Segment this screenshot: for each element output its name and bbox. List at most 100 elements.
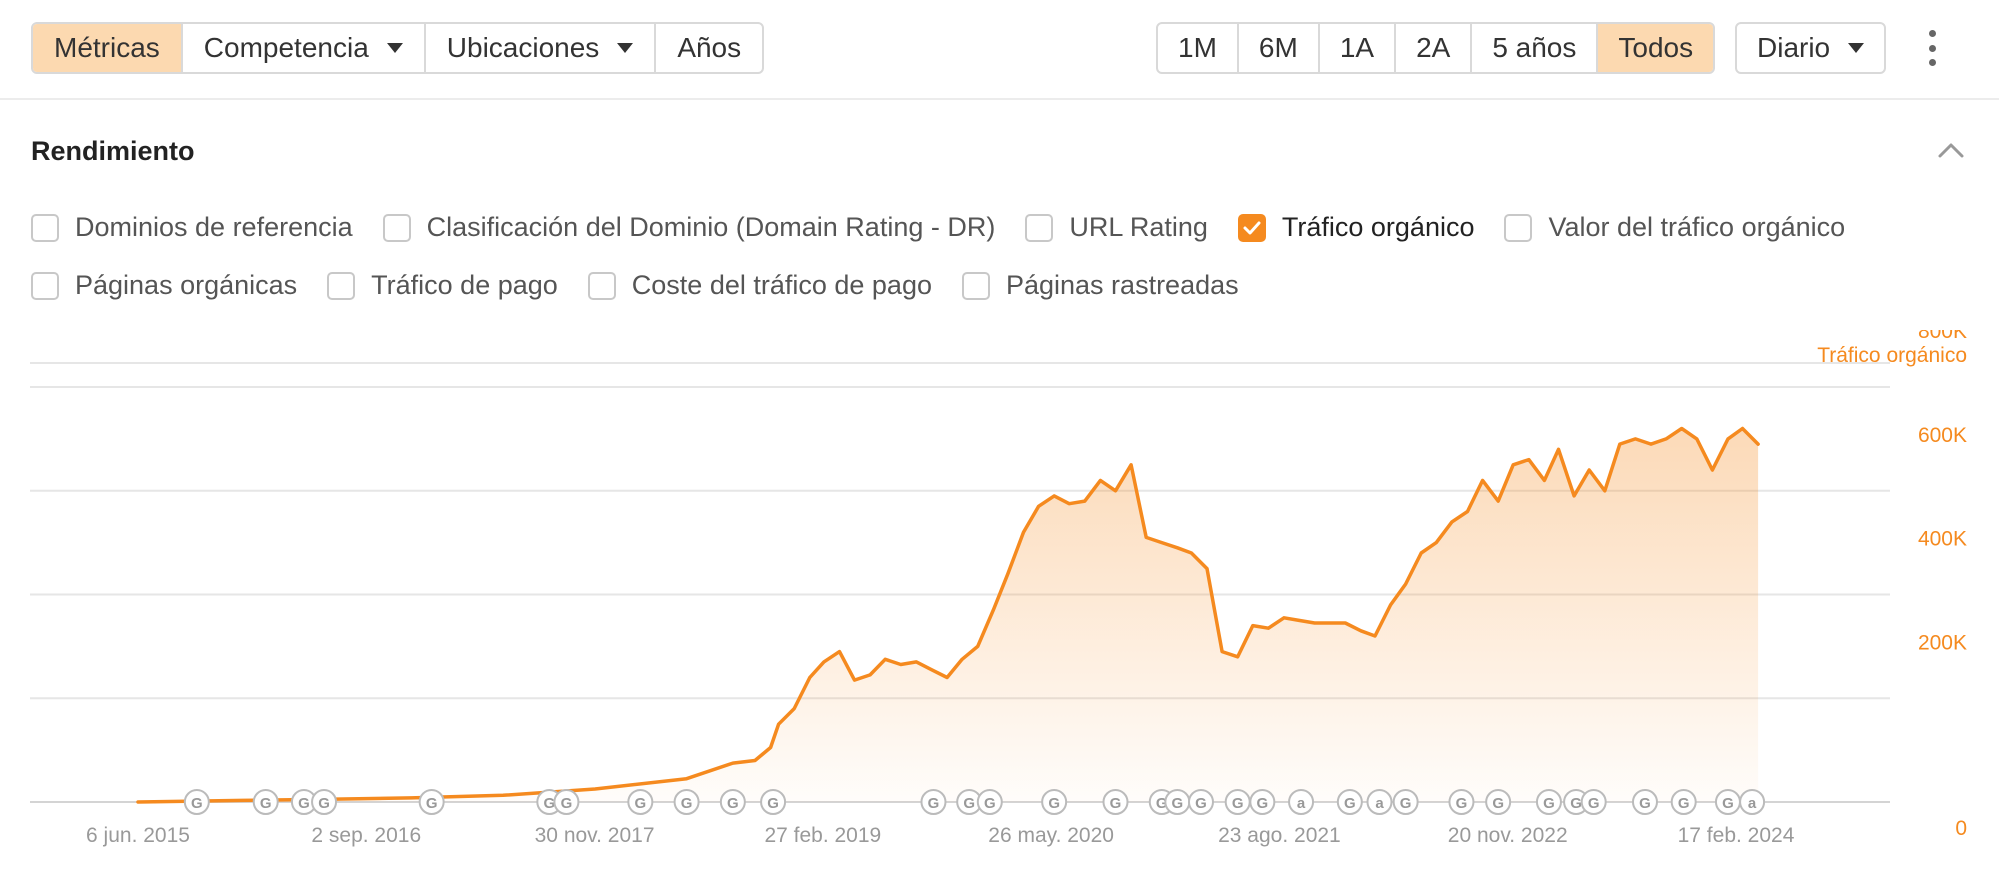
range-1a-button[interactable]: 1A <box>1320 24 1397 72</box>
metric-checkbox-trafico-de-pago[interactable]: Tráfico de pago <box>327 270 558 301</box>
annotation-label: G <box>543 795 555 812</box>
more-options-icon[interactable] <box>1920 30 1944 66</box>
y-tick-label: 600K <box>1918 424 1967 447</box>
annotation-label: G <box>727 795 739 812</box>
button-label: Ubicaciones <box>446 32 600 63</box>
y-axis-title: Tráfico orgánico <box>1817 344 1967 367</box>
anos-button[interactable]: Años <box>656 24 762 72</box>
annotation-label: G <box>191 795 203 812</box>
annotation-label: G <box>260 795 272 812</box>
y-tick-label: 200K <box>1918 631 1967 654</box>
annotation-label: a <box>1375 795 1384 812</box>
metric-checkbox-paginas-rastreadas[interactable]: Páginas rastreadas <box>961 270 1239 301</box>
x-tick-label: 17 feb. 2024 <box>1678 824 1795 847</box>
annotation-label: G <box>634 795 646 812</box>
annotation-label: G <box>928 795 940 812</box>
annotation-label: G <box>963 795 975 812</box>
metric-label: Dominios de referencia <box>75 212 353 242</box>
annotation-label: G <box>1232 795 1244 812</box>
annotation-label: G <box>1492 795 1504 812</box>
range-todos-button[interactable]: Todos <box>1598 24 1714 72</box>
x-tick-label: 27 feb. 2019 <box>764 824 881 847</box>
checkbox-checked-icon[interactable] <box>1237 213 1266 242</box>
metric-label: URL Rating <box>1069 212 1208 242</box>
range-2a-button[interactable]: 2A <box>1396 24 1473 72</box>
chevron-down-icon <box>1848 43 1865 53</box>
annotation-label: G <box>1722 795 1734 812</box>
annotation-label: G <box>1344 795 1356 812</box>
annotation-label: G <box>1400 795 1412 812</box>
checkbox-empty-icon[interactable] <box>1025 213 1054 242</box>
competencia-button[interactable]: Competencia <box>183 24 426 72</box>
checkbox-empty-icon[interactable] <box>31 213 59 242</box>
button-label: Años <box>677 32 742 63</box>
annotation-label: G <box>298 795 310 812</box>
annotation-label: G <box>1588 795 1600 812</box>
section-title: Rendimiento <box>31 136 195 166</box>
annotation-label: a <box>1748 795 1757 812</box>
annotation-label: G <box>1639 795 1651 812</box>
range-6m-button[interactable]: 6M <box>1239 24 1320 72</box>
annotation-label: G <box>561 795 573 812</box>
x-tick-label: 30 nov. 2017 <box>535 824 655 847</box>
y-tick-label: 0 <box>1955 817 1967 840</box>
y-tick-label: 400K <box>1918 528 1967 551</box>
checkbox-empty-icon[interactable] <box>31 271 59 300</box>
metric-checkbox-dominios-de-referencia[interactable]: Dominios de referencia <box>31 212 353 243</box>
range-1m-button[interactable]: 1M <box>1158 24 1239 72</box>
annotation-label: G <box>984 795 996 812</box>
metricas-button[interactable]: Métricas <box>33 24 183 72</box>
annotation-label: G <box>1543 795 1555 812</box>
x-tick-label: 26 may. 2020 <box>988 824 1114 847</box>
button-label: Competencia <box>203 32 369 63</box>
x-tick-label: 6 jun. 2015 <box>86 824 190 847</box>
checkbox-empty-icon[interactable] <box>382 213 411 242</box>
metric-label: Coste del tráfico de pago <box>631 270 932 300</box>
annotation-label: G <box>1110 795 1122 812</box>
ubicaciones-button[interactable]: Ubicaciones <box>426 24 657 72</box>
toolbar: Métricas Competencia Ubicaciones Años 1M 6M 1… <box>0 0 1999 100</box>
metrics-row-1: Dominios de referencia Clasificación del … <box>31 212 1875 243</box>
annotation-label: G <box>426 795 438 812</box>
annotation-label: G <box>318 795 330 812</box>
x-tick-label: 23 ago. 2021 <box>1218 824 1341 847</box>
checkbox-empty-icon[interactable] <box>587 271 616 300</box>
annotation-label: G <box>1256 795 1268 812</box>
interval-label: Diario <box>1757 32 1831 63</box>
metric-label: Tráfico orgánico <box>1281 212 1475 242</box>
annotation-label: G <box>1172 795 1184 812</box>
annotation-label: G <box>1678 795 1690 812</box>
chart-svg: 0200K400K600K800KTráfico orgánicoG G G G G G G… <box>30 330 1967 847</box>
checkbox-empty-icon[interactable] <box>327 271 356 300</box>
checkbox-empty-icon[interactable] <box>1504 213 1533 242</box>
x-tick-label: 2 sep. 2016 <box>311 824 421 847</box>
metric-checkbox-url-rating[interactable]: URL Rating <box>1025 212 1208 243</box>
chevron-down-icon <box>617 43 634 53</box>
metric-label: Valor del tráfico orgánico <box>1548 212 1846 242</box>
metric-label: Tráfico de pago <box>371 270 558 300</box>
metric-label: Páginas rastreadas <box>1005 270 1239 300</box>
view-selector: Métricas Competencia Ubicaciones Años <box>31 22 765 74</box>
checkbox-empty-icon[interactable] <box>961 271 990 300</box>
series-area <box>138 428 1759 802</box>
annotation-label: a <box>1297 795 1306 812</box>
x-tick-label: 20 nov. 2022 <box>1448 824 1568 847</box>
annotation-label: G <box>767 795 779 812</box>
date-range-selector: 1M 6M 1A 2A 5 años Todos <box>1156 22 1716 74</box>
annotation-label: G <box>1195 795 1207 812</box>
metric-label: Clasificación del Dominio (Domain Rating… <box>426 212 996 242</box>
chevron-up-icon[interactable] <box>1936 138 1966 162</box>
metric-checkbox-trafico-organico[interactable]: Tráfico orgánico <box>1237 212 1475 243</box>
metrics-row-2: Páginas orgánicas Tráfico de pago Coste de… <box>31 270 1269 301</box>
y-tick-label: 800K <box>1918 330 1967 343</box>
metric-checkbox-paginas-organicas[interactable]: Páginas orgánicas <box>31 270 297 301</box>
metric-checkbox-coste-del-trafico-de-pago[interactable]: Coste del tráfico de pago <box>587 270 932 301</box>
metric-checkbox-clasificacion-del-dominio-domain-rating-dr[interactable]: Clasificación del Dominio (Domain Rating… <box>382 212 996 243</box>
annotation-label: G <box>1570 795 1582 812</box>
annotation-label: G <box>1456 795 1468 812</box>
organic-traffic-chart: 0 200K 400K 600K 800K Tráfico orgánico G G G G G G G… <box>0 330 1999 873</box>
interval-dropdown[interactable]: Diario <box>1735 22 1887 74</box>
annotation-label: G <box>681 795 693 812</box>
metric-checkbox-valor-del-trafico-organico[interactable]: Valor del tráfico orgánico <box>1504 212 1845 243</box>
range-5-anos-button[interactable]: 5 años <box>1472 24 1599 72</box>
